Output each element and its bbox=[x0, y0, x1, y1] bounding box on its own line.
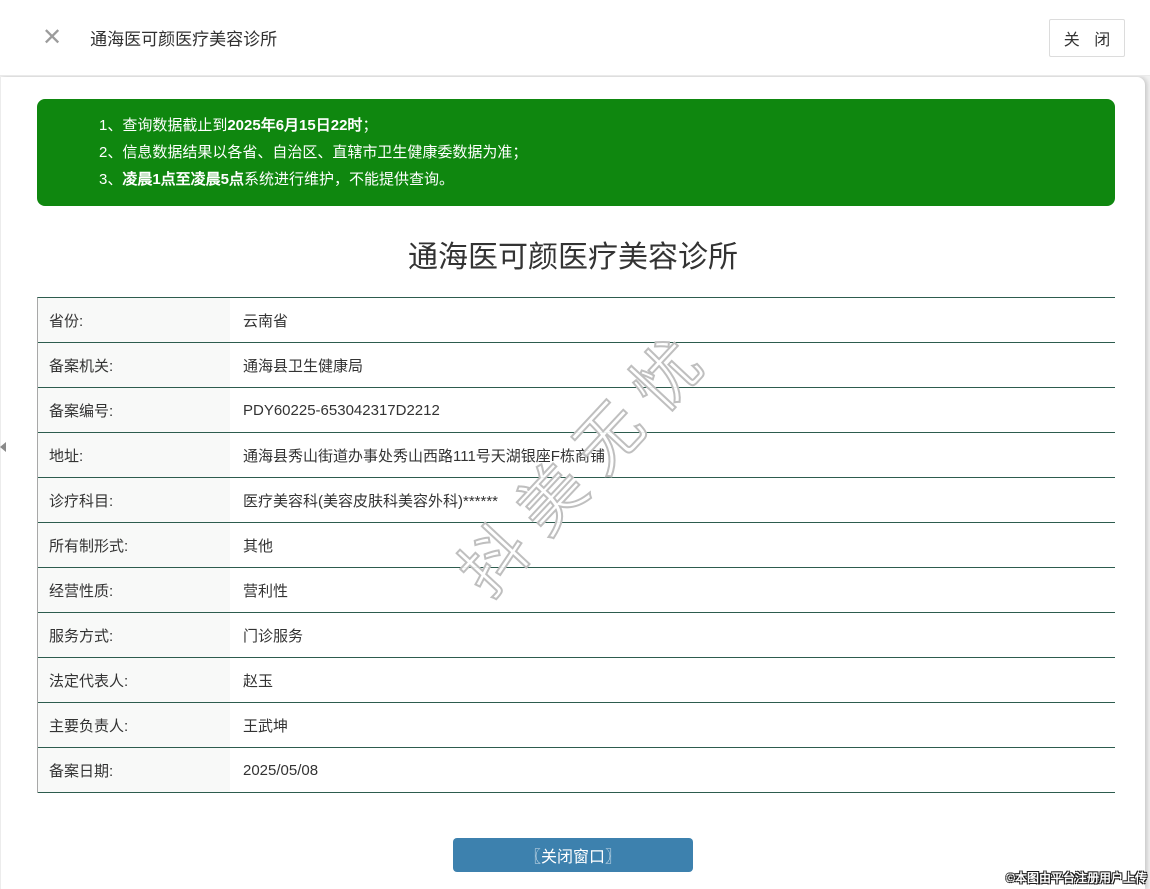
row-value: 其他 bbox=[230, 523, 273, 567]
table-row-business-nature: 经营性质: 营利性 bbox=[38, 568, 1115, 613]
notice-line-3: 3、凌晨1点至凌晨5点系统进行维护，不能提供查询。 bbox=[99, 166, 1095, 193]
clinic-name-title: 通海医可颜医疗美容诊所 bbox=[1, 232, 1145, 276]
row-label: 所有制形式: bbox=[38, 523, 230, 567]
row-label: 法定代表人: bbox=[38, 658, 230, 702]
table-row-province: 省份: 云南省 bbox=[38, 298, 1115, 343]
window-title: 通海医可颜医疗美容诊所 bbox=[90, 25, 277, 50]
notice-line1-text: 1、查询数据截止到 bbox=[99, 117, 227, 134]
table-row-ownership-form: 所有制形式: 其他 bbox=[38, 523, 1115, 568]
table-row-address: 地址: 通海县秀山街道办事处秀山西路111号天湖银座F栋商铺 bbox=[38, 433, 1115, 478]
close-button[interactable]: 关 闭 bbox=[1049, 19, 1125, 57]
table-row-departments: 诊疗科目: 医疗美容科(美容皮肤科美容外科)****** bbox=[38, 478, 1115, 523]
panel-collapse-handle-icon[interactable] bbox=[0, 442, 6, 452]
row-label: 经营性质: bbox=[38, 568, 230, 612]
row-label: 地址: bbox=[38, 433, 230, 477]
close-icon[interactable]: ✕ bbox=[42, 26, 62, 50]
notice-line3-text: 3、 bbox=[99, 171, 122, 188]
row-value: 医疗美容科(美容皮肤科美容外科)****** bbox=[230, 478, 498, 522]
row-label: 服务方式: bbox=[38, 613, 230, 657]
row-label: 省份: bbox=[38, 298, 230, 342]
table-row-registry-number: 备案编号: PDY60225-653042317D2212 bbox=[38, 388, 1115, 433]
copyright-overlay: ©本图由平台注册用户上传 bbox=[1006, 869, 1147, 886]
table-row-legal-representative: 法定代表人: 赵玉 bbox=[38, 658, 1115, 703]
footer-actions: 〖关闭窗口〗 bbox=[1, 838, 1145, 872]
row-label: 备案编号: bbox=[38, 388, 230, 432]
row-value: 2025/05/08 bbox=[230, 748, 318, 792]
result-panel: 1、查询数据截止到2025年6月15日22时； 2、信息数据结果以各省、自治区、… bbox=[0, 77, 1145, 889]
row-value: 通海县秀山街道办事处秀山西路111号天湖银座F栋商铺 bbox=[230, 433, 605, 477]
notice-line1-suffix: ； bbox=[362, 117, 377, 134]
row-value: PDY60225-653042317D2212 bbox=[230, 388, 440, 432]
window-titlebar: ✕ 通海医可颜医疗美容诊所 关 闭 bbox=[0, 0, 1150, 76]
table-row-registry-authority: 备案机关: 通海县卫生健康局 bbox=[38, 343, 1115, 388]
close-window-button[interactable]: 〖关闭窗口〗 bbox=[453, 838, 693, 872]
row-value: 王武坤 bbox=[230, 703, 288, 747]
row-value: 云南省 bbox=[230, 298, 288, 342]
row-label: 诊疗科目: bbox=[38, 478, 230, 522]
notice-line3-bold: 凌晨1点至凌晨5点 bbox=[122, 171, 244, 188]
row-value: 营利性 bbox=[230, 568, 288, 612]
table-row-registry-date: 备案日期: 2025/05/08 bbox=[38, 748, 1115, 793]
row-value: 门诊服务 bbox=[230, 613, 303, 657]
clinic-info-table: 省份: 云南省 备案机关: 通海县卫生健康局 备案编号: PDY60225-65… bbox=[37, 297, 1115, 793]
table-row-service-mode: 服务方式: 门诊服务 bbox=[38, 613, 1115, 658]
notice-banner: 1、查询数据截止到2025年6月15日22时； 2、信息数据结果以各省、自治区、… bbox=[37, 99, 1115, 206]
row-label: 备案机关: bbox=[38, 343, 230, 387]
row-label: 备案日期: bbox=[38, 748, 230, 792]
notice-line-1: 1、查询数据截止到2025年6月15日22时； bbox=[99, 112, 1095, 139]
notice-line-2: 2、信息数据结果以各省、自治区、直辖市卫生健康委数据为准； bbox=[99, 139, 1095, 166]
notice-line1-bold: 2025年6月15日22时 bbox=[227, 117, 362, 134]
row-label: 主要负责人: bbox=[38, 703, 230, 747]
row-value: 通海县卫生健康局 bbox=[230, 343, 363, 387]
table-row-main-person-in-charge: 主要负责人: 王武坤 bbox=[38, 703, 1115, 748]
row-value: 赵玉 bbox=[230, 658, 273, 702]
notice-line3-suffix: 系统进行维护，不能提供查询。 bbox=[244, 171, 454, 188]
